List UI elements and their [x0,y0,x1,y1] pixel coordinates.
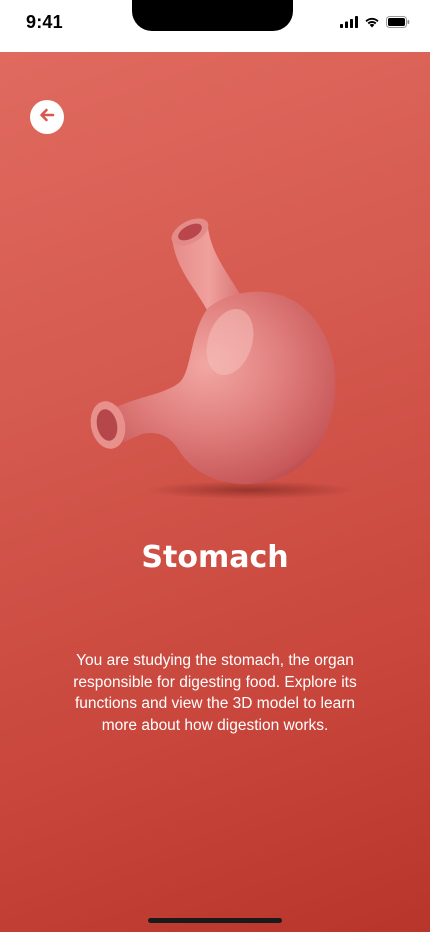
description-text: You are studying the stomach, the organ … [73,652,357,734]
back-button[interactable] [30,100,64,134]
device-notch [132,0,293,31]
hero-background: Stomach You are studying the stomach, th… [0,52,430,932]
screen: 9:41 Stomach You are studying the stomac… [0,0,430,932]
arrow-left-icon [37,105,57,130]
wifi-icon [364,16,380,28]
home-indicator[interactable] [148,918,282,923]
stomach-illustration [80,212,360,512]
battery-icon [386,16,410,28]
status-bar: 9:41 [0,0,430,52]
status-icons [340,16,410,28]
cellular-signal-icon [340,16,358,28]
page-title: Stomach [141,540,289,575]
status-time: 9:41 [26,12,63,32]
